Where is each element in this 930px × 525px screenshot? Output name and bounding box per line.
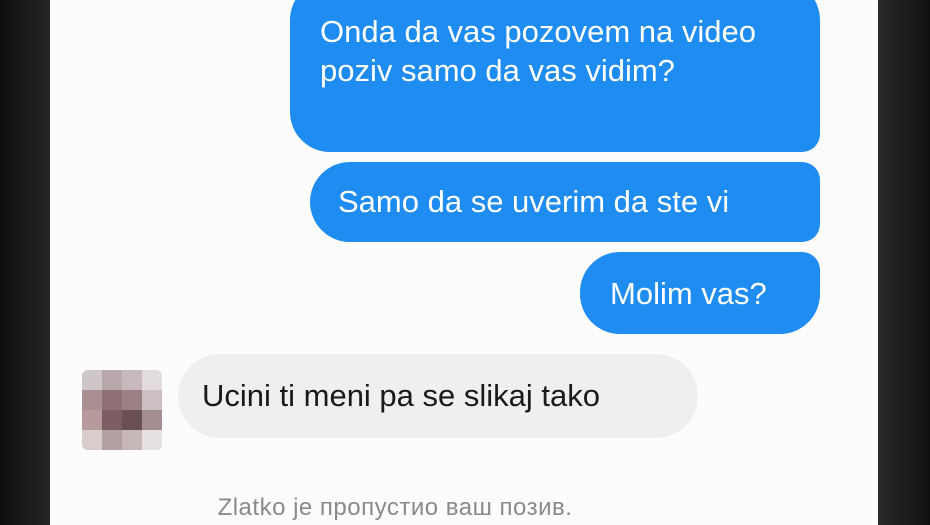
avatar-pixel [122, 410, 142, 430]
avatar-pixel [142, 390, 162, 410]
avatar-pixel [82, 390, 102, 410]
outgoing-message[interactable]: Samo da se uverim da ste vi [310, 162, 820, 242]
left-bezel [0, 0, 50, 525]
chat-screen: Onda da vas pozovem na video poziv samo … [50, 0, 878, 525]
avatar-pixel [82, 430, 102, 450]
avatar-pixel [102, 410, 122, 430]
avatar-pixel [122, 390, 142, 410]
avatar-pixel [142, 410, 162, 430]
incoming-message[interactable]: Ucini ti meni pa se slikaj tako [178, 354, 698, 438]
avatar-pixel [142, 430, 162, 450]
avatar-pixel [82, 370, 102, 390]
missed-call-notice: Zlatko je пропустио ваш позив. [217, 494, 573, 521]
avatar-pixel [102, 390, 122, 410]
avatar-pixel [102, 370, 122, 390]
avatar-pixel [122, 430, 142, 450]
contact-avatar[interactable] [82, 370, 162, 450]
avatar-pixel [102, 430, 122, 450]
avatar-pixel [142, 370, 162, 390]
avatar-pixel [82, 410, 102, 430]
outgoing-message[interactable]: Onda da vas pozovem na video poziv samo … [290, 0, 820, 152]
outgoing-message[interactable]: Molim vas? [580, 252, 820, 334]
avatar-pixel [122, 370, 142, 390]
right-bezel [878, 0, 930, 525]
